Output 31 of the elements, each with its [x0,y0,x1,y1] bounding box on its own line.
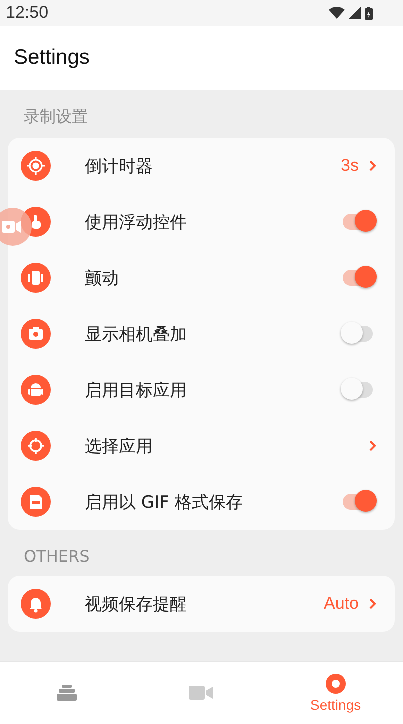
status-time: 12:50 [6,3,49,23]
row-label: 启用目标应用 [85,380,188,402]
chevron-icon [369,598,377,610]
row-label: 视频保存提醒 [85,594,188,616]
row-value: Auto [324,594,359,614]
video-camera-icon [189,685,214,701]
row-label: 倒计时器 [85,156,154,178]
section-title: OTHERS [23,546,91,568]
layers-icon [57,685,78,701]
floating-camera-bubble-icon[interactable] [0,208,32,246]
file-icon [21,487,51,517]
row-value: 3s [341,156,359,176]
signal-icon [349,7,361,19]
section-title: 录制设置 [23,106,89,128]
settings-icon [324,673,347,695]
row-label: 颤动 [85,268,120,290]
wifi-icon [329,7,345,19]
bell-icon [21,589,51,619]
chevron-icon [369,440,377,452]
row-label: 使用浮动控件 [85,212,188,234]
page-title: Settings [14,46,90,70]
crosshair-icon [21,431,51,461]
row-label: 显示相机叠加 [85,324,188,346]
vibrate-icon [21,263,51,293]
row-label: 选择应用 [85,436,154,458]
battery-icon [365,6,373,20]
camera-icon [21,319,51,349]
android-icon [21,375,51,405]
chevron-icon [369,160,377,172]
target-icon [21,151,51,181]
row-label: 启用以 GIF 格式保存 [85,492,244,514]
